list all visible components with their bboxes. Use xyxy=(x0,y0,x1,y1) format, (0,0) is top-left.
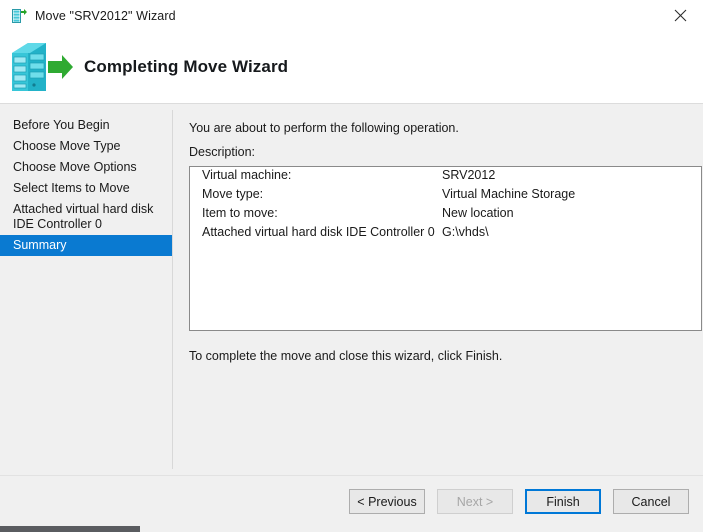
wizard-header: Completing Move Wizard xyxy=(0,31,703,103)
wizard-content: You are about to perform the following o… xyxy=(173,104,703,475)
finish-button[interactable]: Finish xyxy=(525,489,601,514)
table-row: Virtual machine: SRV2012 xyxy=(190,167,701,186)
description-table: Virtual machine: SRV2012 Move type: Virt… xyxy=(190,167,701,243)
description-box[interactable]: Virtual machine: SRV2012 Move type: Virt… xyxy=(189,166,702,331)
close-icon xyxy=(674,9,687,22)
row-value: New location xyxy=(442,205,701,224)
intro-text: You are about to perform the following o… xyxy=(189,121,459,135)
button-row: < Previous Next > Finish Cancel xyxy=(349,489,689,514)
window-title: Move "SRV2012" Wizard xyxy=(35,9,176,23)
row-key: Virtual machine: xyxy=(190,167,442,186)
taskbar-edge-strip xyxy=(0,526,140,532)
row-value: Virtual Machine Storage xyxy=(442,186,701,205)
sidebar-item-before-you-begin[interactable]: Before You Begin xyxy=(0,115,172,136)
cancel-button[interactable]: Cancel xyxy=(613,489,689,514)
row-key: Attached virtual hard disk IDE Controlle… xyxy=(190,224,442,243)
sidebar-item-summary[interactable]: Summary xyxy=(0,235,172,256)
wizard-body: Before You Begin Choose Move Type Choose… xyxy=(0,104,703,475)
next-button: Next > xyxy=(437,489,513,514)
title-bar: Move "SRV2012" Wizard xyxy=(0,0,703,31)
previous-button[interactable]: < Previous xyxy=(349,489,425,514)
sidebar-item-choose-move-type[interactable]: Choose Move Type xyxy=(0,136,172,157)
sidebar-item-choose-move-options[interactable]: Choose Move Options xyxy=(0,157,172,178)
table-row: Item to move: New location xyxy=(190,205,701,224)
server-arrow-icon xyxy=(8,39,74,95)
wizard-footer: < Previous Next > Finish Cancel xyxy=(0,476,703,526)
row-key: Move type: xyxy=(190,186,442,205)
closing-text: To complete the move and close this wiza… xyxy=(189,349,502,363)
close-button[interactable] xyxy=(658,0,703,31)
sidebar-item-select-items-to-move[interactable]: Select Items to Move xyxy=(0,178,172,199)
row-value: G:\vhds\ xyxy=(442,224,701,243)
move-wizard-window: Move "SRV2012" Wizard xyxy=(0,0,703,532)
description-label: Description: xyxy=(189,145,255,159)
row-key: Item to move: xyxy=(190,205,442,224)
page-title: Completing Move Wizard xyxy=(84,57,288,77)
server-move-icon xyxy=(11,8,27,24)
table-row: Attached virtual hard disk IDE Controlle… xyxy=(190,224,701,243)
bottom-filler xyxy=(140,526,703,532)
wizard-sidebar: Before You Begin Choose Move Type Choose… xyxy=(0,104,172,475)
row-value: SRV2012 xyxy=(442,167,701,186)
sidebar-item-attached-virtual-hard-disk[interactable]: Attached virtual hard disk IDE Controlle… xyxy=(0,199,172,235)
table-row: Move type: Virtual Machine Storage xyxy=(190,186,701,205)
